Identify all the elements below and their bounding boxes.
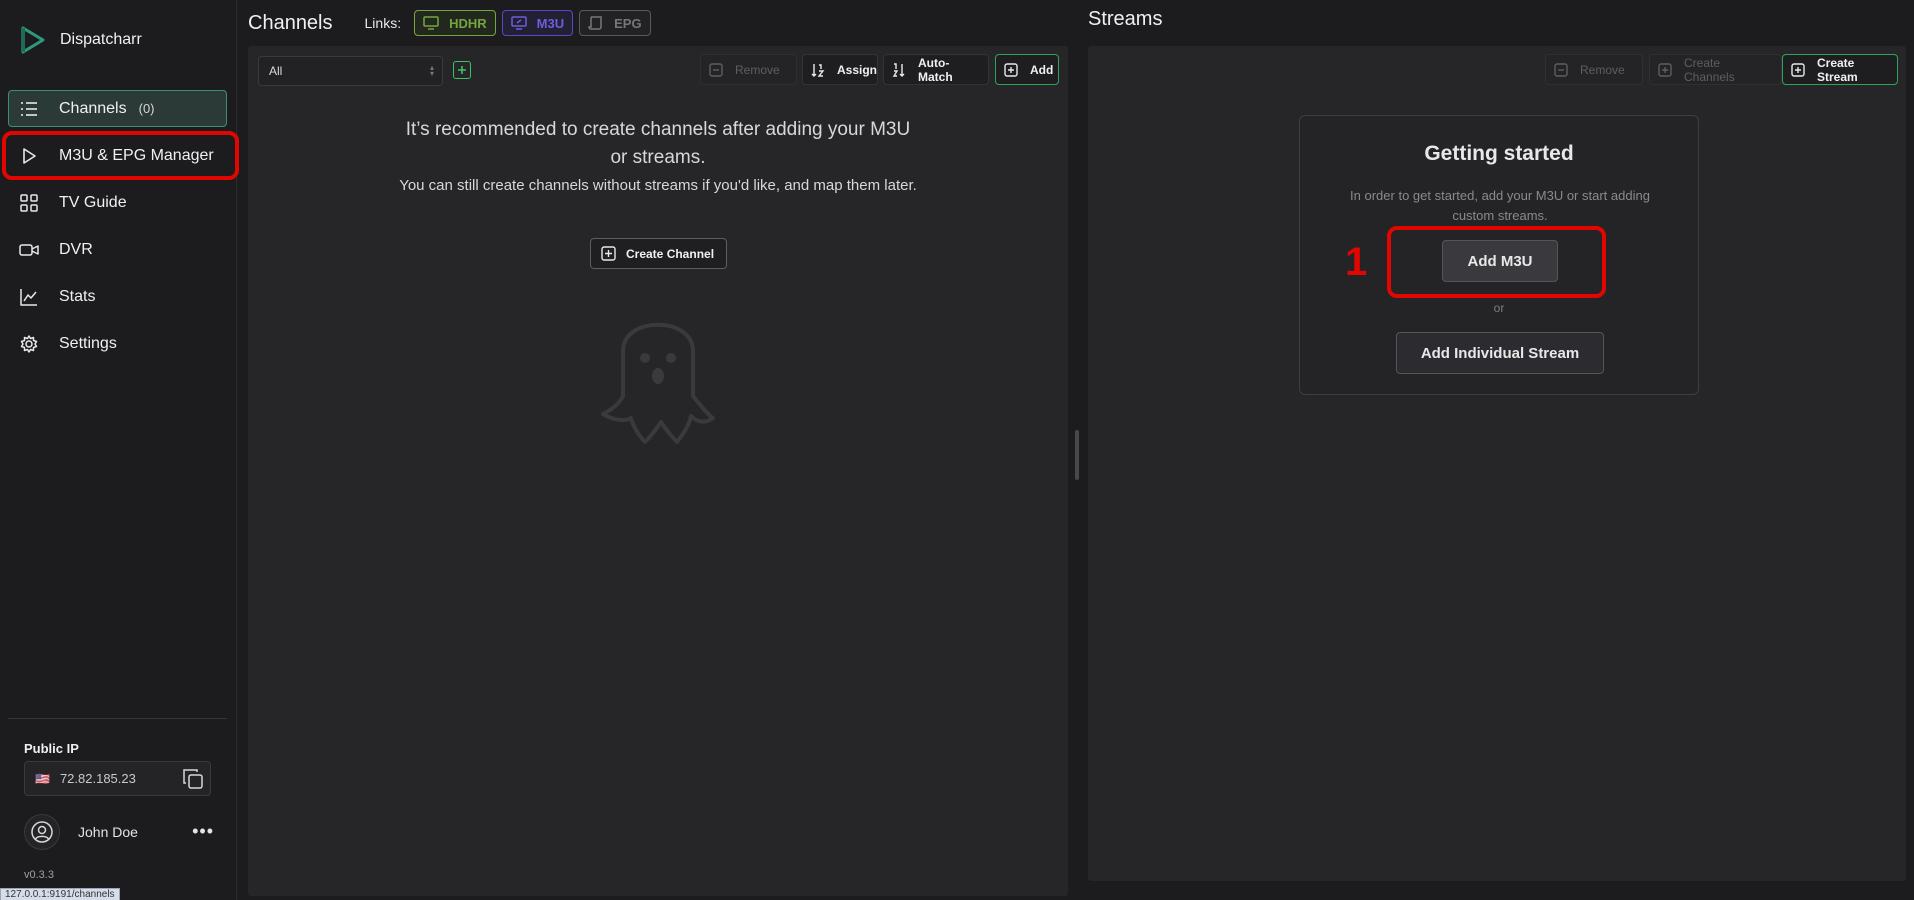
streams-title: Streams [1088, 8, 1163, 30]
channels-header: Channels Links: HDHR M3U EPG [248, 8, 651, 38]
video-icon [19, 240, 39, 260]
app-name: Dispatcharr [60, 31, 142, 48]
sidebar-item-settings[interactable]: Settings [8, 325, 227, 362]
user-row: John Doe ••• [24, 814, 214, 850]
brand[interactable]: Dispatcharr [20, 26, 142, 54]
assign-label: Assign [837, 62, 878, 77]
create-stream-button[interactable]: Create Stream [1782, 54, 1898, 85]
sidebar-item-label: TV Guide [59, 193, 127, 211]
plus-square-icon [1004, 62, 1018, 77]
status-url-tooltip: 127.0.0.1:9191/channels [0, 888, 120, 900]
remove-channels-button[interactable]: Remove [700, 54, 797, 85]
panel-resize-handle[interactable] [1075, 430, 1079, 480]
channel-group-filter[interactable]: All ▴ ▾ [258, 56, 443, 86]
add-group-button[interactable] [453, 61, 471, 79]
m3u-link-label: M3U [536, 15, 565, 31]
remove-label: Remove [735, 62, 780, 77]
links-label: Links: [364, 15, 402, 31]
avatar[interactable] [24, 814, 60, 850]
hdhr-link-button[interactable]: HDHR [414, 10, 496, 36]
add-individual-stream-button[interactable]: Add Individual Stream [1396, 332, 1604, 374]
annotation-number-1: 1 [1345, 240, 1368, 284]
channel-group-filter-value: All [269, 64, 283, 78]
assign-button[interactable]: Assign [802, 54, 878, 85]
streams-panel: Remove Create Channels Create Stream Get… [1088, 46, 1906, 881]
or-separator: or [1493, 301, 1505, 315]
gear-icon [19, 334, 39, 354]
epg-link-label: EPG [614, 15, 642, 31]
ghost-icon [593, 296, 723, 456]
user-menu-button[interactable]: ••• [192, 822, 214, 840]
plus-icon [458, 66, 466, 74]
minus-square-icon [1554, 62, 1568, 77]
annotation-box-1 [1387, 226, 1606, 298]
us-flag-icon: 🇺🇸 [35, 771, 50, 786]
hdhr-link-label: HDHR [449, 15, 487, 31]
sidebar-item-channels[interactable]: Channels (0) [8, 90, 227, 127]
channels-empty-message: It’s recommended to create channels afte… [398, 116, 918, 198]
plus-square-icon [1658, 62, 1672, 77]
scroll-icon [588, 16, 604, 30]
auto-match-button[interactable]: Auto-Match [883, 54, 989, 85]
sidebar-item-label: Stats [59, 287, 96, 305]
sidebar-item-dvr[interactable]: DVR [8, 231, 227, 268]
dispatcharr-logo-icon [20, 26, 46, 54]
sidebar-item-stats[interactable]: Stats [8, 278, 227, 315]
add-channel-button[interactable]: Add [995, 54, 1059, 85]
create-stream-label: Create Stream [1817, 55, 1858, 84]
empty-message-primary: It’s recommended to create channels afte… [405, 119, 911, 168]
sidebar-item-label: Channels [59, 99, 127, 117]
minus-square-icon [709, 62, 723, 77]
sort-numeric-icon [811, 63, 825, 77]
create-channels-label: Create Channels [1684, 55, 1735, 84]
public-ip-label: Public IP [24, 741, 79, 756]
monitor-icon [423, 16, 439, 30]
plus-square-icon [601, 246, 616, 261]
remove-streams-button[interactable]: Remove [1545, 54, 1643, 85]
add-label: Add [1030, 62, 1054, 77]
public-ip-field: 🇺🇸 72.82.185.23 [24, 761, 211, 796]
sidebar-item-label: Settings [59, 334, 117, 352]
public-ip-value: 72.82.185.23 [59, 771, 136, 786]
select-caret-icon: ▴ ▾ [429, 63, 434, 78]
create-channel-label: Create Channel [626, 246, 715, 261]
channels-panel: All ▴ ▾ Remove Assign Auto-Match Add It’s… [248, 46, 1068, 896]
sort-numbers-icon [892, 62, 906, 77]
screen-share-icon [510, 16, 527, 30]
annotation-box-2 [2, 131, 239, 180]
create-channels-button[interactable]: Create Channels [1649, 54, 1782, 85]
list-icon [19, 99, 39, 119]
sidebar-divider [8, 718, 227, 719]
empty-message-secondary: You can still create channels without st… [399, 177, 917, 194]
epg-link-button[interactable]: EPG [579, 10, 651, 36]
grid-icon [19, 193, 39, 213]
remove-label: Remove [1580, 62, 1625, 77]
copy-icon[interactable] [182, 768, 204, 790]
sidebar-item-tv-guide[interactable]: TV Guide [8, 184, 227, 221]
getting-started-title: Getting started [1424, 142, 1574, 165]
chart-icon [19, 287, 39, 307]
auto-match-label: Auto-Match [918, 55, 953, 84]
plus-square-icon [1791, 62, 1805, 77]
getting-started-description: In order to get started, add your M3U or… [1350, 188, 1650, 223]
app-version: v0.3.3 [24, 869, 54, 881]
sidebar-item-label: DVR [59, 240, 93, 258]
channel-count: (0) [138, 101, 155, 116]
channels-title: Channels [248, 11, 333, 34]
create-channel-button[interactable]: Create Channel [590, 238, 727, 269]
m3u-link-button[interactable]: M3U [501, 10, 574, 36]
user-name: John Doe [78, 824, 138, 840]
